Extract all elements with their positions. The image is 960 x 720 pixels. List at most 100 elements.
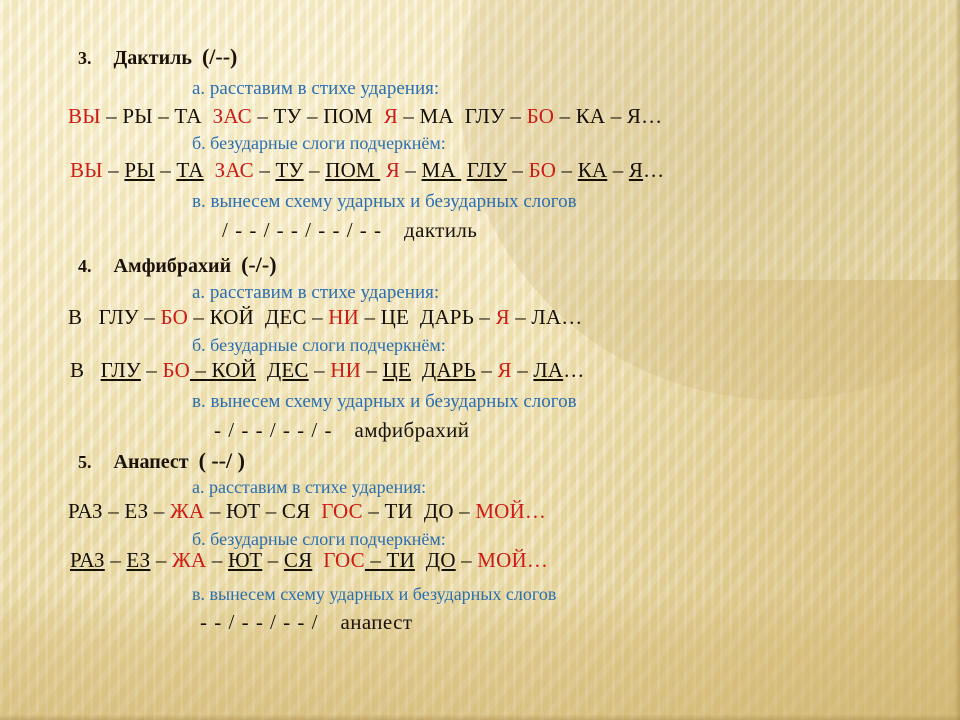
syllable: – — [607, 158, 629, 182]
syllable: … — [563, 358, 585, 382]
syllable-unstressed: – КОЙ — [189, 358, 256, 382]
syllable-stressed: НИ — [328, 305, 359, 329]
syllable: СЯ — [281, 499, 311, 523]
syllable-unstressed: РАЗ — [70, 548, 105, 572]
syllable-stressed: ГОС — [321, 499, 363, 523]
background-lower-band — [0, 590, 960, 720]
syllable-stressed: БО — [528, 158, 557, 182]
syllable: – — [100, 104, 123, 128]
syllable-stressed: Я — [495, 305, 510, 329]
syllable: ТУ — [273, 104, 302, 128]
syllable: – — [150, 548, 172, 572]
syllable-stressed: ЗАС — [212, 104, 252, 128]
syllable: – — [152, 104, 175, 128]
syllable: – — [362, 499, 385, 523]
syllable: – — [453, 499, 476, 523]
syllable-stressed: ВЫ — [70, 158, 103, 182]
syllable-unstressed: КА — [577, 158, 608, 182]
syllable — [409, 305, 420, 329]
syllable-stressed: Я — [385, 158, 400, 182]
syllable: ТИ — [384, 499, 413, 523]
syllable: – — [251, 104, 274, 128]
syllable-unstressed: ГЛУ — [466, 158, 507, 182]
syllable: – — [260, 499, 282, 523]
syllable: – — [397, 104, 420, 128]
syllable: ПОМ — [323, 104, 373, 128]
syllable-stressed: МОЙ… — [475, 499, 547, 523]
syllable: – — [605, 104, 627, 128]
syllable-unstressed: Я — [628, 158, 644, 182]
syllable: – — [509, 305, 532, 329]
syllable-stressed: … — [526, 548, 549, 572]
syllable: ГЛУ — [98, 305, 139, 329]
syllable-unstressed: ТА — [176, 158, 204, 182]
syllable: ГЛУ — [464, 104, 505, 128]
syllable — [413, 499, 424, 523]
syllable: – — [253, 158, 276, 182]
scheme-term: дактиль — [404, 218, 478, 242]
syllable — [84, 358, 100, 382]
syllable-unstressed: ГЛУ — [100, 358, 141, 382]
step-a-anapest: а. расставим в стихе ударения: — [192, 477, 427, 497]
syllable-stressed: БО — [162, 358, 190, 382]
section-number: 3. — [78, 48, 92, 68]
syllable: ЕЗ — [124, 499, 149, 523]
syllable: – — [140, 358, 163, 382]
syllable: РЫ — [122, 104, 153, 128]
syllable-stressed: ВЫ — [68, 104, 101, 128]
background-bottom-edge — [0, 715, 960, 720]
syllable — [310, 499, 321, 523]
syllable — [254, 305, 265, 329]
syllable-stressed: ГОС — [323, 548, 365, 572]
verse-underlined-amphibrach: В ГЛУ – БО – КОЙ ДЕС – НИ – ЦЕ ДАРЬ – Я … — [70, 360, 584, 381]
syllable: – — [511, 358, 534, 382]
syllable: ТА — [174, 104, 202, 128]
section-heading-anapest: 5. Анапест ( --/ ) — [78, 450, 245, 473]
syllable: ДЕС — [264, 305, 307, 329]
syllable: – — [455, 548, 478, 572]
syllable: – — [187, 305, 210, 329]
syllable: ДО — [423, 499, 454, 523]
syllable-stressed: БО — [526, 104, 555, 128]
syllable: … — [643, 158, 665, 182]
syllable: – — [308, 358, 331, 382]
syllable: – — [506, 158, 529, 182]
syllable-unstressed: СЯ — [283, 548, 313, 572]
syllable-stressed: ЖА — [170, 499, 205, 523]
syllable-unstressed: ТУ — [275, 158, 304, 182]
section-pattern: (-/-) — [241, 252, 277, 277]
verse-plain-anapest: РАЗ – ЕЗ – ЖА – ЮТ – СЯ ГОС – ТИ ДО – МО… — [68, 501, 546, 522]
syllable: – — [473, 305, 496, 329]
syllable: ДАРЬ — [419, 305, 474, 329]
syllable — [415, 548, 426, 572]
syllable-unstressed: ДО — [425, 548, 456, 572]
syllable — [411, 358, 422, 382]
syllable: Я… — [626, 104, 663, 128]
syllable: – — [504, 104, 527, 128]
syllable: – — [556, 158, 578, 182]
syllable: РАЗ — [68, 499, 103, 523]
syllable-unstressed: ДАРЬ — [421, 358, 476, 382]
syllable: – — [399, 158, 422, 182]
syllable: КОЙ — [209, 305, 254, 329]
syllable: – — [154, 158, 177, 182]
syllable-stressed: ЗАС — [214, 158, 254, 182]
syllable-unstressed: МА — [421, 158, 462, 182]
syllable-stressed: Я — [497, 358, 512, 382]
syllable: – — [104, 548, 127, 572]
syllable: ЦЕ — [380, 305, 410, 329]
syllable — [82, 305, 98, 329]
syllable: – — [204, 499, 226, 523]
verse-underlined-dactyl: ВЫ – РЫ – ТА ЗАС – ТУ – ПОМ Я – МА ГЛУ –… — [70, 160, 664, 181]
scheme-pattern: - / - - / - - / - — [214, 418, 333, 442]
step-b-amphibrach: б. безударные слоги подчеркнём: — [192, 335, 446, 355]
syllable: – — [262, 548, 284, 572]
syllable: – — [554, 104, 576, 128]
syllable: – — [148, 499, 170, 523]
step-a-dactyl: а. расставим в стихе ударения: — [192, 78, 440, 99]
syllable-unstressed: ЕЗ — [126, 548, 151, 572]
syllable-stressed: ЖА — [172, 548, 207, 572]
syllable — [256, 358, 267, 382]
syllable-unstressed: РЫ — [124, 158, 155, 182]
step-a-amphibrach: а. расставим в стихе ударения: — [192, 282, 440, 303]
